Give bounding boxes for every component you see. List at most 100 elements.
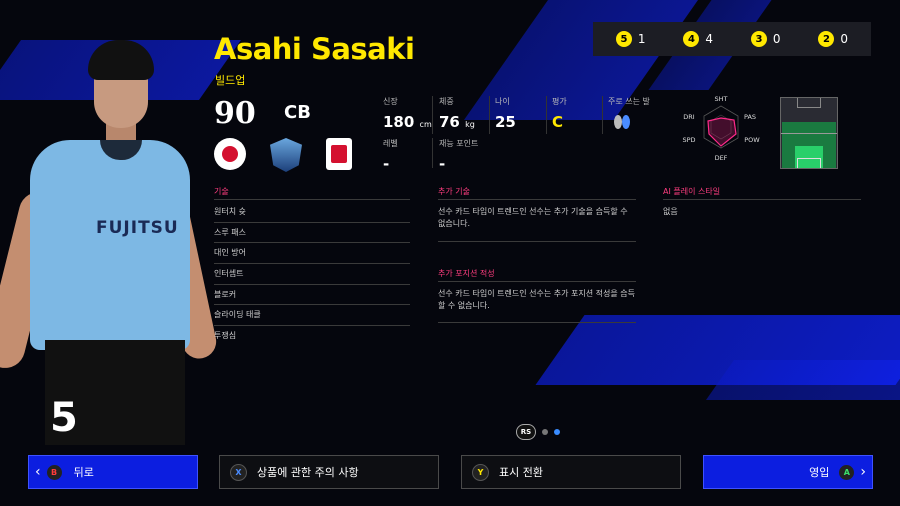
product-notice-button[interactable]: X 상품에 관한 주의 사항 [219, 455, 439, 489]
sign-player-label: 영입 [809, 466, 830, 479]
radar-label: DEF [715, 154, 728, 162]
sign-player-button[interactable]: 영입 A › [703, 455, 873, 489]
rank-badge-icon: 2 [818, 31, 835, 47]
divider [546, 96, 547, 134]
rank-count: 4 [705, 32, 714, 46]
skill-item: 슬라이딩 태클 [214, 305, 410, 327]
skill-item: 원터치 슛 [214, 202, 410, 223]
rank-count: 1 [637, 32, 646, 46]
bg-stripe [705, 360, 900, 400]
rank-badge-icon: 4 [683, 31, 700, 47]
rank-badge-icon: 5 [615, 31, 632, 47]
page-indicator[interactable]: RS [516, 424, 560, 440]
rank-count: 0 [772, 32, 781, 46]
skill-item: 투쟁심 [214, 331, 237, 341]
stat-skill-points: 재능 포인트 - [439, 138, 478, 173]
radar-label: POW [744, 136, 760, 144]
additional-positions-title: 추가 포지션 적성 [438, 269, 495, 278]
stat-label: 평가 [552, 97, 567, 106]
stat-value: 76 [439, 113, 460, 131]
y-button-icon: Y [472, 463, 489, 481]
pitch-zone [782, 122, 836, 146]
stat-foot: 주로 쓰는 발 [608, 96, 650, 107]
back-button[interactable]: ‹ B 뒤로 [28, 455, 198, 489]
jersey-sponsor: FUJITSU [96, 218, 179, 238]
player-jersey [30, 140, 190, 350]
rank-badge-icon: 3 [750, 31, 767, 47]
stat-value: C [552, 113, 564, 131]
back-label: 뒤로 [73, 466, 94, 479]
rank-item: 20 [818, 31, 848, 47]
rank-item: 44 [683, 31, 713, 47]
stat-weight: 체중 76 kg [439, 96, 475, 131]
pitch-box [797, 158, 821, 168]
stat-value: - [383, 155, 390, 173]
radar-label: SPD [682, 136, 695, 144]
page-dot [542, 429, 548, 435]
stat-unit: cm [419, 120, 432, 129]
skill-item: 인터셉트 [214, 264, 410, 285]
stat-age: 나이 25 [495, 96, 516, 131]
additional-skills-title: 추가 기술 [438, 187, 470, 196]
toggle-display-label: 표시 전환 [499, 466, 543, 479]
player-name: Asahi Sasaki [214, 32, 415, 66]
divider [602, 96, 603, 134]
stat-label: 주로 쓰는 발 [608, 97, 650, 106]
shorts-number: 5 [50, 395, 78, 441]
additional-positions-text: 선수 카드 타입이 트렌드인 선수는 추가 포지션 적성을 습득할 수 없습니다… [438, 289, 635, 310]
player-portrait: FUJITSU 5 [0, 40, 220, 445]
playing-style: 빌드업 [215, 74, 246, 87]
stat-value: 180 [383, 113, 415, 131]
nationality-flag-icon [214, 138, 246, 170]
pitch-box [797, 98, 821, 108]
skill-item: 블로커 [214, 285, 410, 306]
stat-value: 25 [495, 113, 516, 131]
chevron-right-icon: › [860, 464, 866, 480]
divider [432, 96, 433, 134]
radar-label: PAS [744, 113, 756, 121]
stat-label: 레벨 [383, 139, 398, 148]
divider [432, 138, 433, 168]
divider [663, 199, 861, 200]
a-button-icon: A [839, 464, 855, 480]
footprint-icon [611, 110, 633, 132]
skill-item: 대인 방어 [214, 243, 410, 265]
divider [438, 322, 636, 323]
additional-skills-text: 선수 카드 타입이 트렌드인 선수는 추가 기술을 습득할 수 없습니다. [438, 207, 628, 228]
stat-label: 신장 [383, 97, 398, 106]
divider [438, 281, 636, 282]
stat-height: 신장 180 cm [383, 96, 432, 131]
stat-unit: kg [465, 120, 475, 129]
radar-label: DRI [683, 113, 695, 121]
player-hair [88, 40, 154, 80]
ai-styles-title: AI 플레이 스타일 [663, 187, 721, 196]
chevron-left-icon: ‹ [35, 464, 41, 480]
radar-label: SHT [715, 95, 728, 103]
toggle-display-button[interactable]: Y 표시 전환 [461, 455, 681, 489]
stat-label: 체중 [439, 97, 454, 106]
x-button-icon: X [230, 463, 247, 481]
stat-label: 재능 포인트 [439, 139, 479, 148]
overall-rating: 90 [214, 96, 256, 131]
divider [438, 199, 636, 200]
rank-count: 0 [840, 32, 849, 46]
player-position: CB [284, 102, 311, 123]
position-pitch [780, 97, 838, 169]
stat-rating: 평가 C [552, 96, 567, 131]
skills-list: 원터치 슛 스루 패스 대인 방어 인터셉트 블로커 슬라이딩 태클 투쟁심 [214, 202, 410, 346]
stat-level: 레벨 - [383, 138, 398, 173]
divider [214, 199, 410, 200]
rs-stick-icon: RS [516, 424, 536, 440]
radar-chart: SHT PAS POW DEF SPD DRI [682, 95, 760, 162]
stat-value: - [439, 155, 446, 173]
product-notice-label: 상품에 관한 주의 사항 [257, 466, 359, 479]
divider [489, 96, 490, 134]
pitch-zone [823, 146, 836, 168]
ai-styles-text: 없음 [663, 207, 678, 216]
rank-item: 51 [615, 31, 646, 47]
pitch-line [781, 133, 837, 134]
stat-label: 나이 [495, 97, 510, 106]
rank-item: 30 [750, 31, 781, 47]
b-button-icon: B [46, 464, 62, 480]
pitch-zone [782, 146, 795, 168]
